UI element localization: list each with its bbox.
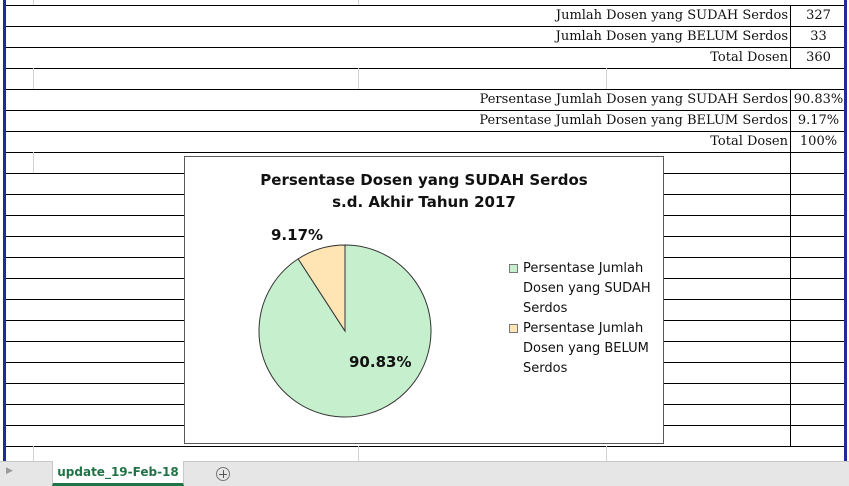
col-gridline xyxy=(33,152,34,173)
summary-value-belum[interactable]: 33 xyxy=(793,27,844,47)
summary-value-total[interactable]: 360 xyxy=(793,48,844,68)
left-border xyxy=(3,0,6,461)
col-gridline xyxy=(33,446,34,461)
value-col-border xyxy=(790,89,791,446)
row-line xyxy=(6,446,844,447)
col-gridline xyxy=(358,446,359,461)
legend-swatch-belum xyxy=(509,324,518,333)
legend-swatch-sudah xyxy=(509,264,518,273)
col-gridline xyxy=(33,68,34,89)
percent-label-total[interactable]: Total Dosen xyxy=(300,132,788,152)
right-border xyxy=(844,0,847,461)
legend-line: Dosen yang SUDAH xyxy=(523,281,651,296)
data-label-sudah: 90.83% xyxy=(349,353,412,371)
percent-value-sudah[interactable]: 90.83% xyxy=(793,90,844,110)
pie-chart[interactable]: Persentase Dosen yang SUDAH Serdos s.d. … xyxy=(184,156,664,444)
percent-label-belum[interactable]: Persentase Jumlah Dosen yang BELUM Serdo… xyxy=(300,111,788,131)
spreadsheet-grid[interactable]: Jumlah Dosen yang SUDAH Serdos 327 Jumla… xyxy=(0,0,849,461)
tab-scroll-right-icon[interactable]: ▶ xyxy=(6,466,13,476)
col-gridline xyxy=(33,0,34,5)
row-line xyxy=(6,68,844,69)
legend-line: Serdos xyxy=(523,361,568,376)
summary-label-belum[interactable]: Jumlah Dosen yang BELUM Serdos xyxy=(300,27,788,47)
percent-label-sudah[interactable]: Persentase Jumlah Dosen yang SUDAH Serdo… xyxy=(300,90,788,110)
data-label-belum: 9.17% xyxy=(271,226,324,244)
row-line xyxy=(6,152,844,153)
value-col-border xyxy=(790,5,791,68)
summary-value-sudah[interactable]: 327 xyxy=(793,6,844,26)
legend-line: Persentase Jumlah xyxy=(523,321,644,336)
legend-text-belum: Persentase Jumlah Dosen yang BELUM Serdo… xyxy=(523,319,659,379)
col-gridline xyxy=(606,68,607,89)
summary-label-sudah[interactable]: Jumlah Dosen yang SUDAH Serdos xyxy=(300,6,788,26)
legend-line: Persentase Jumlah xyxy=(523,261,644,276)
col-gridline xyxy=(606,446,607,461)
percent-value-belum[interactable]: 9.17% xyxy=(793,111,844,131)
sheet-tab-active[interactable]: update_19-Feb-18 xyxy=(52,461,184,486)
col-gridline xyxy=(358,0,359,5)
legend-text-sudah: Persentase Jumlah Dosen yang SUDAH Serdo… xyxy=(523,259,659,319)
col-gridline xyxy=(358,68,359,89)
legend-line: Serdos xyxy=(523,301,568,316)
add-sheet-icon[interactable] xyxy=(216,467,230,481)
sheet-tab-bar: ▶ update_19-Feb-18 xyxy=(0,461,849,486)
percent-value-total[interactable]: 100% xyxy=(793,132,844,152)
summary-label-total[interactable]: Total Dosen xyxy=(300,48,788,68)
legend-line: Dosen yang BELUM xyxy=(523,341,649,356)
